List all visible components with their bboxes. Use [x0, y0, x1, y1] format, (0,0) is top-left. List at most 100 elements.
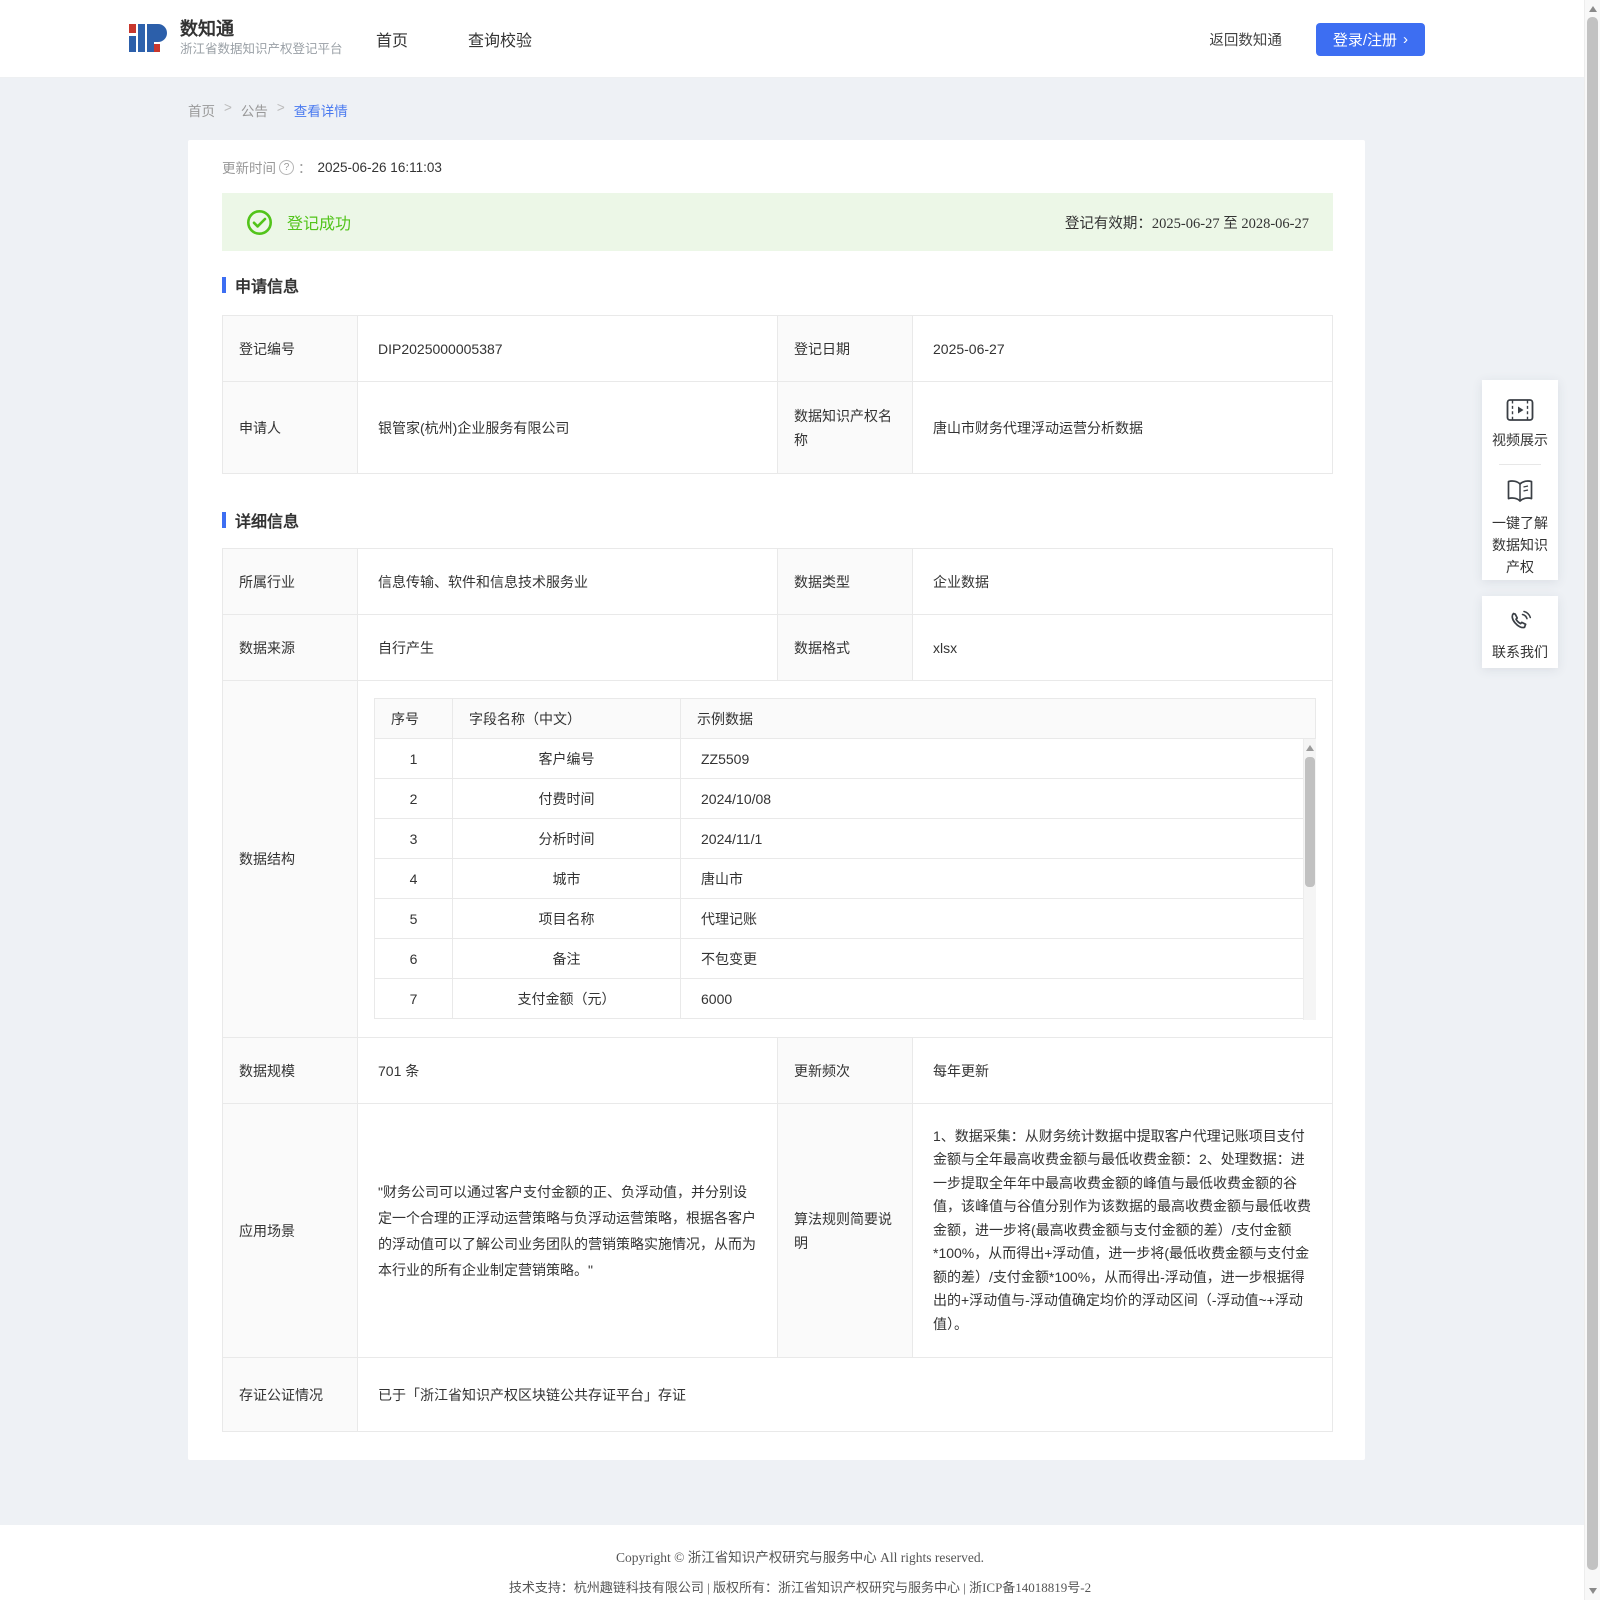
structure-row: 3 分析时间 2024/11/1 — [375, 819, 1316, 859]
nav-home[interactable]: 首页 — [376, 27, 408, 51]
industry-value: 信息传输、软件和信息技术服务业 — [358, 549, 778, 615]
frequency-label: 更新频次 — [778, 1038, 913, 1104]
registration-success-banner: 登记成功 登记有效期：2025-06-27 至 2028-06-27 — [222, 193, 1333, 251]
scenario-value: "财务公司可以通过客户支付金额的正、负浮动值，并分别设定一个合理的正浮动运营策略… — [358, 1104, 778, 1358]
section-accent-bar — [222, 277, 226, 293]
login-button-label: 登录/注册 — [1333, 29, 1397, 50]
detail-section-title-text: 详细信息 — [235, 508, 299, 532]
evidence-label: 存证公证情况 — [223, 1358, 358, 1432]
field-name: 客户编号 — [453, 739, 681, 779]
structure-header-row: 序号 字段名称（中文） 示例数据 — [375, 699, 1316, 739]
validity-label: 登记有效期： — [1065, 216, 1152, 232]
table-row: 登记编号 DIP2025000005387 登记日期 2025-06-27 — [223, 316, 1333, 382]
industry-label: 所属行业 — [223, 549, 358, 615]
check-circle-icon — [246, 209, 273, 236]
contact-label[interactable]: 联系我们 — [1489, 641, 1551, 663]
scroll-up-icon[interactable] — [1589, 6, 1597, 12]
copyright-text: Copyright © 浙江省知识产权研究与服务中心 All rights re… — [0, 1525, 1600, 1566]
page-scrollbar[interactable] — [1584, 0, 1600, 1600]
field-name: 支付金额（元） — [453, 979, 681, 1019]
format-value: xlsx — [913, 615, 1333, 681]
logo-subtitle: 浙江省数据知识产权登记平台 — [180, 40, 343, 58]
field-name: 城市 — [453, 859, 681, 899]
nav-query-verify[interactable]: 查询校验 — [468, 27, 532, 51]
reg-no-value: DIP2025000005387 — [358, 316, 778, 382]
field-name: 分析时间 — [453, 819, 681, 859]
apply-info-table: 登记编号 DIP2025000005387 登记日期 2025-06-27 申请… — [222, 315, 1333, 474]
detail-card: 更新时间 ? ： 2025-06-26 16:11:03 登记成功 登记有效期：… — [188, 140, 1365, 1460]
breadcrumb-notice[interactable]: 公告 — [241, 100, 268, 120]
table-row: 数据来源 自行产生 数据格式 xlsx — [223, 615, 1333, 681]
table-row: 存证公证情况 已于「浙江省知识产权区块链公共存证平台」存证 — [223, 1358, 1333, 1432]
structure-row: 6 备注 不包变更 — [375, 939, 1316, 979]
structure-row: 5 项目名称 代理记账 — [375, 899, 1316, 939]
row-index: 6 — [375, 939, 453, 979]
logo-icon — [126, 16, 170, 60]
col-header-index: 序号 — [375, 699, 453, 739]
side-panel-contact[interactable]: 联系我们 — [1482, 596, 1558, 668]
scrollbar-thumb[interactable] — [1305, 757, 1315, 887]
phone-icon — [1508, 610, 1532, 634]
table-row: 应用场景 "财务公司可以通过客户支付金额的正、负浮动值，并分别设定一个合理的正浮… — [223, 1104, 1333, 1358]
reg-date-label: 登记日期 — [778, 316, 913, 382]
scroll-up-icon[interactable] — [1306, 745, 1314, 751]
structure-row: 7 支付金额（元） 6000 — [375, 979, 1316, 1019]
back-to-shuzhitong-link[interactable]: 返回数知通 — [1209, 29, 1282, 50]
source-label: 数据来源 — [223, 615, 358, 681]
book-icon[interactable] — [1506, 479, 1534, 505]
col-header-sample: 示例数据 — [681, 699, 1316, 739]
breadcrumb: 首页 > 公告 > 查看详情 — [188, 100, 348, 120]
format-label: 数据格式 — [778, 615, 913, 681]
scale-label: 数据规模 — [223, 1038, 358, 1104]
help-icon[interactable]: ? — [279, 160, 294, 175]
sample-value: ZZ5509 — [681, 739, 1316, 779]
update-time-row: 更新时间 ? ： 2025-06-26 16:11:03 — [222, 157, 442, 177]
data-type-label: 数据类型 — [778, 549, 913, 615]
row-index: 5 — [375, 899, 453, 939]
breadcrumb-current: 查看详情 — [294, 100, 348, 120]
logo[interactable]: 数知通 浙江省数据知识产权登记平台 — [126, 16, 343, 60]
top-header: 数知通 浙江省数据知识产权登记平台 首页 查询校验 返回数知通 登录/注册 › — [0, 0, 1600, 78]
validity-period: 登记有效期：2025-06-27 至 2028-06-27 — [1065, 212, 1309, 233]
reg-date-value: 2025-06-27 — [913, 316, 1333, 382]
structure-scrollbar[interactable] — [1303, 739, 1316, 1020]
breadcrumb-home[interactable]: 首页 — [188, 100, 215, 120]
video-icon[interactable] — [1506, 398, 1534, 422]
detail-section-title: 详细信息 — [222, 508, 299, 532]
structure-table-viewport: 序号 字段名称（中文） 示例数据 1 客户编号 ZZ5509 2 付费时间 — [374, 698, 1316, 1020]
col-header-field-name: 字段名称（中文） — [453, 699, 681, 739]
source-value: 自行产生 — [358, 615, 778, 681]
field-name: 备注 — [453, 939, 681, 979]
apply-section-title: 申请信息 — [222, 273, 299, 297]
structure-row: 2 付费时间 2024/10/08 — [375, 779, 1316, 819]
login-register-button[interactable]: 登录/注册 › — [1316, 23, 1425, 56]
ip-name-label: 数据知识产权名称 — [778, 382, 913, 474]
algorithm-label: 算法规则简要说明 — [778, 1104, 913, 1358]
logo-title: 数知通 — [180, 18, 343, 40]
header-right: 返回数知通 登录/注册 › — [1209, 0, 1425, 78]
field-name: 项目名称 — [453, 899, 681, 939]
sample-value: 2024/11/1 — [681, 819, 1316, 859]
table-row: 数据结构 序号 字段名称（中文） 示例数据 1 客户编号 ZZ5509 — [223, 681, 1333, 1038]
data-type-value: 企业数据 — [913, 549, 1333, 615]
breadcrumb-separator: > — [277, 100, 285, 120]
reg-no-label: 登记编号 — [223, 316, 358, 382]
applicant-label: 申请人 — [223, 382, 358, 474]
main-nav: 首页 查询校验 — [376, 0, 532, 78]
chevron-right-icon: › — [1403, 32, 1408, 47]
detail-info-table: 所属行业 信息传输、软件和信息技术服务业 数据类型 企业数据 数据来源 自行产生… — [222, 548, 1333, 1432]
update-time-value: 2025-06-26 16:11:03 — [318, 160, 442, 175]
sample-value: 代理记账 — [681, 899, 1316, 939]
sample-value: 2024/10/08 — [681, 779, 1316, 819]
sample-value: 唐山市 — [681, 859, 1316, 899]
guide-label[interactable]: 一键了解数据知识产权 — [1489, 512, 1551, 578]
row-index: 4 — [375, 859, 453, 899]
divider — [1499, 464, 1541, 465]
row-index: 7 — [375, 979, 453, 1019]
frequency-value: 每年更新 — [913, 1038, 1333, 1104]
structure-cell: 序号 字段名称（中文） 示例数据 1 客户编号 ZZ5509 2 付费时间 — [358, 681, 1333, 1038]
breadcrumb-separator: > — [224, 100, 232, 120]
video-label[interactable]: 视频展示 — [1489, 429, 1551, 451]
scrollbar-thumb[interactable] — [1587, 17, 1598, 1570]
scroll-down-icon[interactable] — [1589, 1588, 1597, 1594]
